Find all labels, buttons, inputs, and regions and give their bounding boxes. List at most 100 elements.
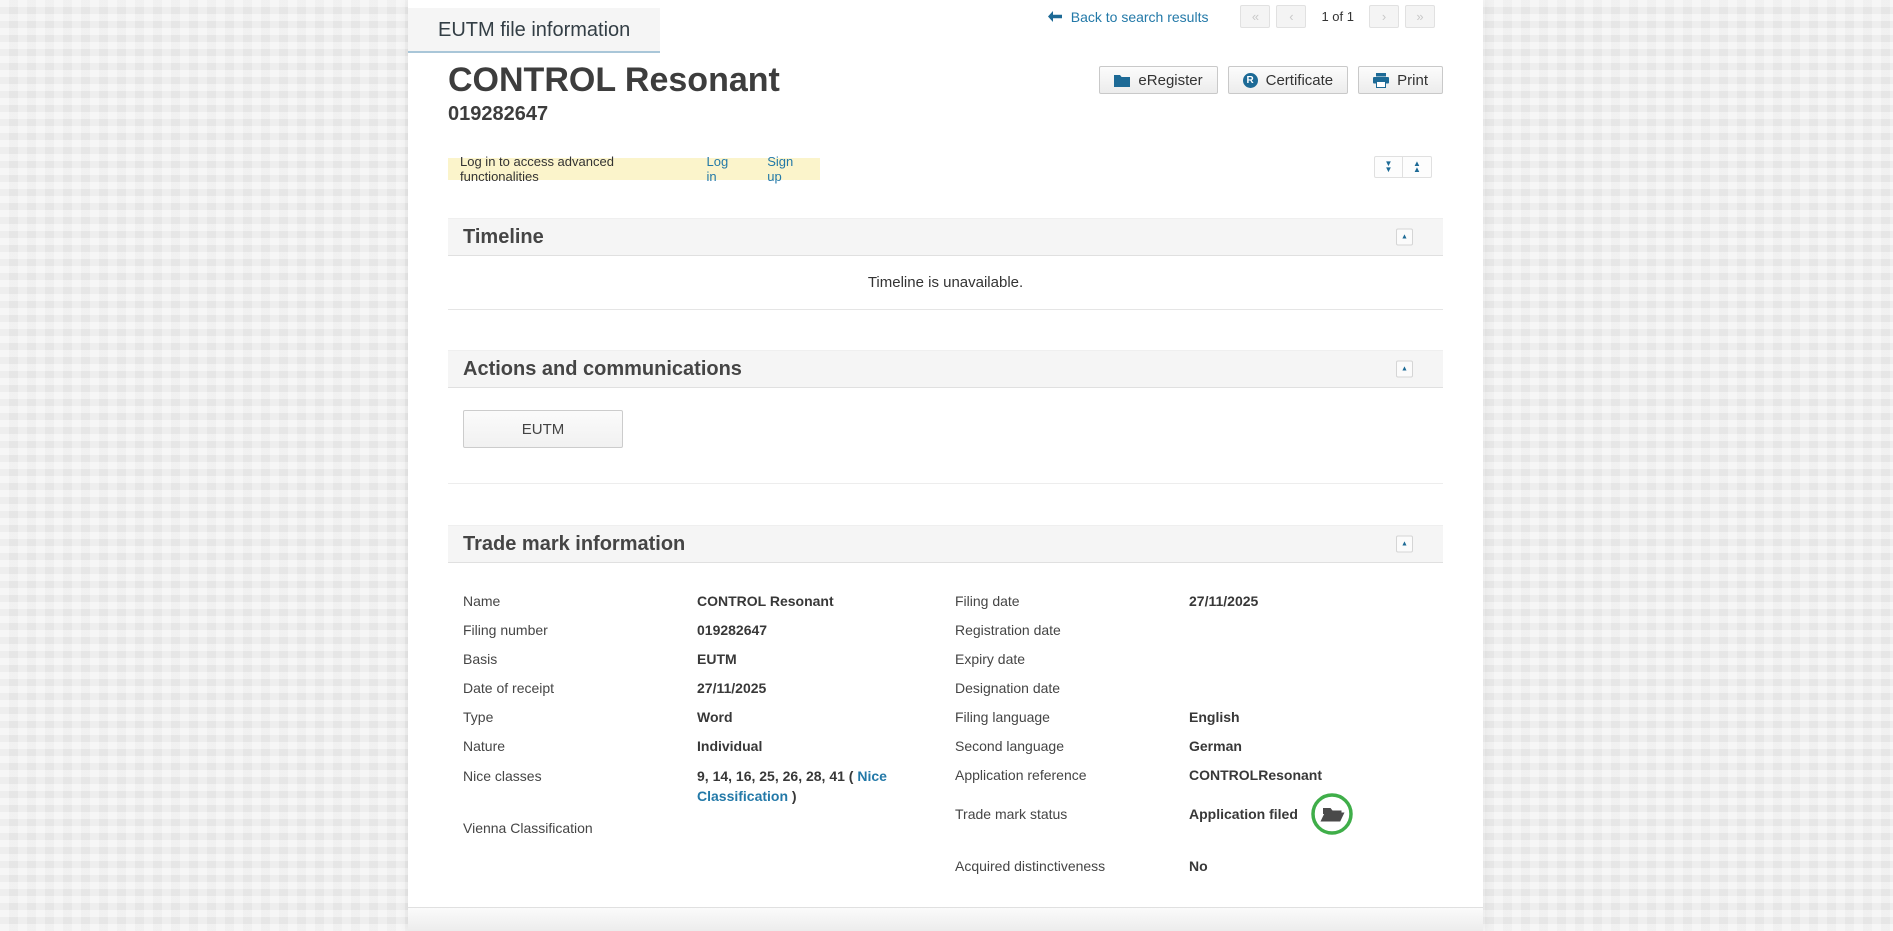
field-label: Registration date [955, 616, 1189, 645]
signup-link[interactable]: Sign up [767, 154, 808, 184]
field-row-date-of-receipt: Date of receipt 27/11/2025 [463, 674, 955, 703]
timeline-collapse-button[interactable]: ▲ [1396, 229, 1413, 246]
field-label: Filing date [955, 587, 1189, 616]
field-row-application-reference: Application reference CONTROLResonant [955, 761, 1443, 790]
field-value [697, 814, 955, 843]
eutm-tab-button[interactable]: EUTM [463, 410, 623, 448]
field-label: Acquired distinctiveness [955, 852, 1189, 881]
field-label: Second language [955, 732, 1189, 761]
field-row-filing-language: Filing language English [955, 703, 1443, 732]
content-column: Back to search results « ‹ 1 of 1 › » CO… [448, 0, 1443, 931]
field-row-basis: Basis EUTM [463, 645, 955, 674]
collapse-section-icon: ▲ [1401, 366, 1408, 373]
results-navigation: Back to search results « ‹ 1 of 1 › » [1048, 5, 1435, 28]
expand-collapse-controls: ▼ ▼ ▲ ▲ [1374, 156, 1432, 178]
folder-icon [1114, 74, 1130, 87]
timeline-section-header: Timeline ▲ [448, 218, 1443, 256]
trademark-collapse-button[interactable]: ▲ [1396, 536, 1413, 553]
expand-all-button[interactable]: ▼ ▼ [1374, 156, 1403, 178]
document-actions: eRegister R Certificate Print [1099, 66, 1443, 94]
field-label: Application reference [955, 761, 1189, 790]
back-to-search-link[interactable]: Back to search results [1048, 9, 1209, 25]
collapse-section-icon: ▲ [1401, 234, 1408, 241]
nice-classes-suffix: ) [788, 788, 797, 804]
login-link[interactable]: Log in [706, 154, 739, 184]
timeline-empty-message: Timeline is unavailable. [868, 274, 1023, 291]
next-page-button[interactable]: › [1369, 5, 1399, 28]
field-row-filing-number: Filing number 019282647 [463, 616, 955, 645]
field-row-acquired-distinctiveness: Acquired distinctiveness No [955, 852, 1443, 881]
page-indicator: 1 of 1 [1321, 9, 1354, 24]
timeline-section-title: Timeline [463, 226, 544, 249]
filing-number-heading: 019282647 [448, 102, 1443, 126]
field-value: CONTROLResonant [1189, 761, 1443, 790]
field-value: Individual [697, 732, 955, 761]
collapse-section-icon: ▲ [1401, 541, 1408, 548]
trademark-status-value: Application filed [1189, 800, 1298, 829]
field-row-name: Name CONTROL Resonant [463, 587, 955, 616]
field-label: Vienna Classification [463, 814, 697, 843]
trademark-section-header: Trade mark information ▲ [448, 525, 1443, 563]
actions-section: Actions and communications ▲ EUTM [448, 350, 1443, 484]
actions-section-header: Actions and communications ▲ [448, 350, 1443, 388]
field-label: Nice classes [463, 766, 697, 806]
certificate-label: Certificate [1266, 72, 1334, 89]
previous-page-icon: ‹ [1289, 9, 1293, 24]
field-label: Basis [463, 645, 697, 674]
field-row-type: Type Word [463, 703, 955, 732]
eregister-label: eRegister [1138, 72, 1202, 89]
expand-all-icon: ▼ [1385, 167, 1393, 173]
field-value: Application filed [1189, 792, 1443, 836]
registered-icon: R [1243, 73, 1258, 88]
first-page-button[interactable]: « [1240, 5, 1270, 28]
field-row-designation-date: Designation date [955, 674, 1443, 703]
field-row-vienna-classification: Vienna Classification [463, 814, 955, 843]
field-row-filing-date: Filing date 27/11/2025 [955, 587, 1443, 616]
page-background: { "tab": { "label": "EUTM file informati… [0, 0, 1893, 931]
next-page-icon: › [1382, 9, 1386, 24]
eutm-tab-label: EUTM [522, 421, 565, 438]
field-value: No [1189, 852, 1443, 881]
previous-page-button[interactable]: ‹ [1276, 5, 1306, 28]
trademark-section-title: Trade mark information [463, 533, 685, 556]
field-row-trademark-status: Trade mark status Application filed [955, 790, 1443, 838]
field-value: 27/11/2025 [697, 674, 955, 703]
main-panel: EUTM file information Back to search res… [408, 0, 1483, 931]
first-page-icon: « [1252, 9, 1259, 24]
back-arrow-icon [1048, 11, 1062, 22]
field-label: Nature [463, 732, 697, 761]
print-button[interactable]: Print [1358, 66, 1443, 94]
field-row-expiry-date: Expiry date [955, 645, 1443, 674]
print-icon [1373, 73, 1389, 88]
next-section-bar-partial [408, 907, 1483, 931]
field-value [1189, 645, 1443, 674]
trademark-section: Trade mark information ▲ Name CONTROL Re… [448, 525, 1443, 881]
login-notice-bar: Log in to access advanced functionalitie… [448, 158, 820, 180]
collapse-all-icon: ▲ [1413, 167, 1421, 173]
field-value: 9, 14, 16, 25, 26, 28, 41 ( Nice Classif… [697, 766, 955, 806]
field-value: English [1189, 703, 1443, 732]
collapse-all-button[interactable]: ▲ ▲ [1403, 156, 1432, 178]
field-label: Filing language [955, 703, 1189, 732]
certificate-button[interactable]: R Certificate [1228, 66, 1349, 94]
trademark-right-column: Filing date 27/11/2025 Registration date… [955, 587, 1443, 881]
field-label: Filing number [463, 616, 697, 645]
field-label: Name [463, 587, 697, 616]
trademark-left-column: Name CONTROL Resonant Filing number 0192… [463, 587, 955, 881]
field-value [1189, 674, 1443, 703]
eregister-button[interactable]: eRegister [1099, 66, 1217, 94]
last-page-button[interactable]: » [1405, 5, 1435, 28]
field-row-nice-classes: Nice classes 9, 14, 16, 25, 26, 28, 41 (… [463, 761, 955, 806]
back-to-search-label: Back to search results [1071, 9, 1209, 25]
field-value: EUTM [697, 645, 955, 674]
actions-section-title: Actions and communications [463, 358, 742, 381]
actions-collapse-button[interactable]: ▲ [1396, 361, 1413, 378]
status-folder-icon [1310, 792, 1354, 836]
timeline-section: Timeline ▲ Timeline is unavailable. [448, 218, 1443, 310]
field-label: Date of receipt [463, 674, 697, 703]
field-value [1189, 616, 1443, 645]
field-row-registration-date: Registration date [955, 616, 1443, 645]
trademark-body: Name CONTROL Resonant Filing number 0192… [448, 563, 1443, 881]
print-label: Print [1397, 72, 1428, 89]
field-value: CONTROL Resonant [697, 587, 955, 616]
